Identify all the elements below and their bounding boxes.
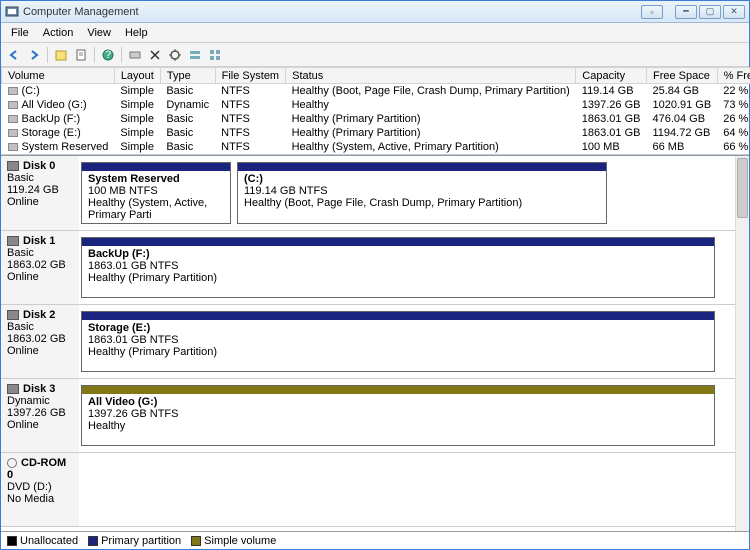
legend-unallocated: Unallocated bbox=[7, 535, 78, 547]
menu-help[interactable]: Help bbox=[119, 25, 154, 41]
swatch-simple bbox=[191, 536, 201, 546]
disk-graph bbox=[79, 453, 749, 526]
menu-file[interactable]: File bbox=[5, 25, 35, 41]
col-capacity[interactable]: Capacity bbox=[576, 68, 647, 84]
toolbar: ? bbox=[1, 43, 749, 67]
disk-row: Disk 3Dynamic1397.26 GBOnlineAll Video (… bbox=[1, 379, 749, 453]
toolbar-separator bbox=[121, 47, 122, 63]
partition-box[interactable]: System Reserved100 MB NTFSHealthy (Syste… bbox=[81, 162, 231, 224]
view-icon[interactable] bbox=[206, 46, 224, 64]
disk-label[interactable]: Disk 3Dynamic1397.26 GBOnline bbox=[1, 379, 79, 452]
window-title: Computer Management bbox=[23, 6, 641, 18]
menu-action[interactable]: Action bbox=[37, 25, 80, 41]
table-row[interactable]: Storage (E:)SimpleBasicNTFSHealthy (Prim… bbox=[2, 126, 750, 140]
disk-row: Disk 1Basic1863.02 GBOnlineBackUp (F:)18… bbox=[1, 231, 749, 305]
col-pctfree[interactable]: % Free bbox=[717, 68, 750, 84]
menubar: File Action View Help bbox=[1, 23, 749, 43]
disk-graph: System Reserved100 MB NTFSHealthy (Syste… bbox=[79, 156, 749, 230]
col-type[interactable]: Type bbox=[160, 68, 215, 84]
partition-box[interactable]: Storage (E:)1863.01 GB NTFSHealthy (Prim… bbox=[81, 311, 715, 372]
svg-text:?: ? bbox=[105, 49, 111, 61]
back-button[interactable] bbox=[5, 46, 23, 64]
list-icon[interactable] bbox=[186, 46, 204, 64]
disk-graph: All Video (G:)1397.26 GB NTFSHealthy bbox=[79, 379, 749, 452]
disk-label[interactable]: CD-ROM 0DVD (D:)No Media bbox=[1, 453, 79, 526]
menu-view[interactable]: View bbox=[81, 25, 117, 41]
toolbar-separator bbox=[47, 47, 48, 63]
delete-icon[interactable] bbox=[146, 46, 164, 64]
table-row[interactable]: All Video (G:)SimpleDynamicNTFSHealthy13… bbox=[2, 98, 750, 112]
disk-row: Disk 0Basic119.24 GBOnlineSystem Reserve… bbox=[1, 156, 749, 231]
scrollbar-thumb[interactable] bbox=[737, 158, 748, 218]
partition-stripe bbox=[82, 163, 230, 171]
table-row[interactable]: BackUp (F:)SimpleBasicNTFSHealthy (Prima… bbox=[2, 112, 750, 126]
disk-icon bbox=[7, 161, 19, 171]
disk-row: Disk 2Basic1863.02 GBOnlineStorage (E:)1… bbox=[1, 305, 749, 379]
disk-icon bbox=[7, 236, 19, 246]
disk-area: Disk 0Basic119.24 GBOnlineSystem Reserve… bbox=[1, 155, 749, 531]
legend-primary: Primary partition bbox=[88, 535, 181, 547]
partition-stripe bbox=[82, 312, 714, 320]
disk-icon bbox=[7, 384, 19, 394]
partition-box[interactable]: BackUp (F:)1863.01 GB NTFSHealthy (Prima… bbox=[81, 237, 715, 298]
help-icon[interactable]: ? bbox=[99, 46, 117, 64]
legend-simple: Simple volume bbox=[191, 535, 276, 547]
disk-label[interactable]: Disk 0Basic119.24 GBOnline bbox=[1, 156, 79, 230]
properties-icon[interactable] bbox=[72, 46, 90, 64]
close-button[interactable]: ✕ bbox=[723, 5, 745, 19]
restore-small-button[interactable]: ▫ bbox=[641, 5, 663, 19]
action1-icon[interactable] bbox=[126, 46, 144, 64]
disk-row: CD-ROM 0DVD (D:)No Media bbox=[1, 453, 749, 527]
disk-graph: BackUp (F:)1863.01 GB NTFSHealthy (Prima… bbox=[79, 231, 749, 304]
volume-icon bbox=[8, 115, 18, 123]
cdrom-icon bbox=[7, 458, 17, 468]
volume-icon bbox=[8, 87, 18, 95]
col-fs[interactable]: File System bbox=[215, 68, 285, 84]
minimize-button[interactable]: ━ bbox=[675, 5, 697, 19]
disk-label[interactable]: Disk 2Basic1863.02 GBOnline bbox=[1, 305, 79, 378]
partition-stripe bbox=[238, 163, 606, 171]
swatch-unallocated bbox=[7, 536, 17, 546]
disk-icon bbox=[7, 310, 19, 320]
partition-box[interactable]: (C:)119.14 GB NTFSHealthy (Boot, Page Fi… bbox=[237, 162, 607, 224]
app-icon bbox=[5, 5, 19, 19]
disk-label[interactable]: Disk 1Basic1863.02 GBOnline bbox=[1, 231, 79, 304]
partition-stripe bbox=[82, 386, 714, 394]
forward-button[interactable] bbox=[25, 46, 43, 64]
maximize-button[interactable]: ▢ bbox=[699, 5, 721, 19]
legend: Unallocated Primary partition Simple vol… bbox=[1, 531, 749, 549]
col-status[interactable]: Status bbox=[286, 68, 576, 84]
disk-graph: Storage (E:)1863.01 GB NTFSHealthy (Prim… bbox=[79, 305, 749, 378]
volume-icon bbox=[8, 129, 18, 137]
col-free[interactable]: Free Space bbox=[646, 68, 717, 84]
table-row[interactable]: System ReservedSimpleBasicNTFSHealthy (S… bbox=[2, 140, 750, 154]
volume-icon bbox=[8, 101, 18, 109]
partition-stripe bbox=[82, 238, 714, 246]
refresh-icon[interactable] bbox=[52, 46, 70, 64]
settings-icon[interactable] bbox=[166, 46, 184, 64]
table-row[interactable]: (C:)SimpleBasicNTFSHealthy (Boot, Page F… bbox=[2, 84, 750, 99]
volume-icon bbox=[8, 143, 18, 151]
partition-box[interactable]: All Video (G:)1397.26 GB NTFSHealthy bbox=[81, 385, 715, 446]
col-volume[interactable]: Volume bbox=[2, 68, 115, 84]
volume-table: VolumeLayoutTypeFile SystemStatusCapacit… bbox=[1, 67, 749, 155]
titlebar: Computer Management ▫ ━ ▢ ✕ bbox=[1, 1, 749, 23]
scrollbar[interactable] bbox=[735, 156, 749, 531]
toolbar-separator bbox=[94, 47, 95, 63]
swatch-primary bbox=[88, 536, 98, 546]
col-layout[interactable]: Layout bbox=[114, 68, 160, 84]
